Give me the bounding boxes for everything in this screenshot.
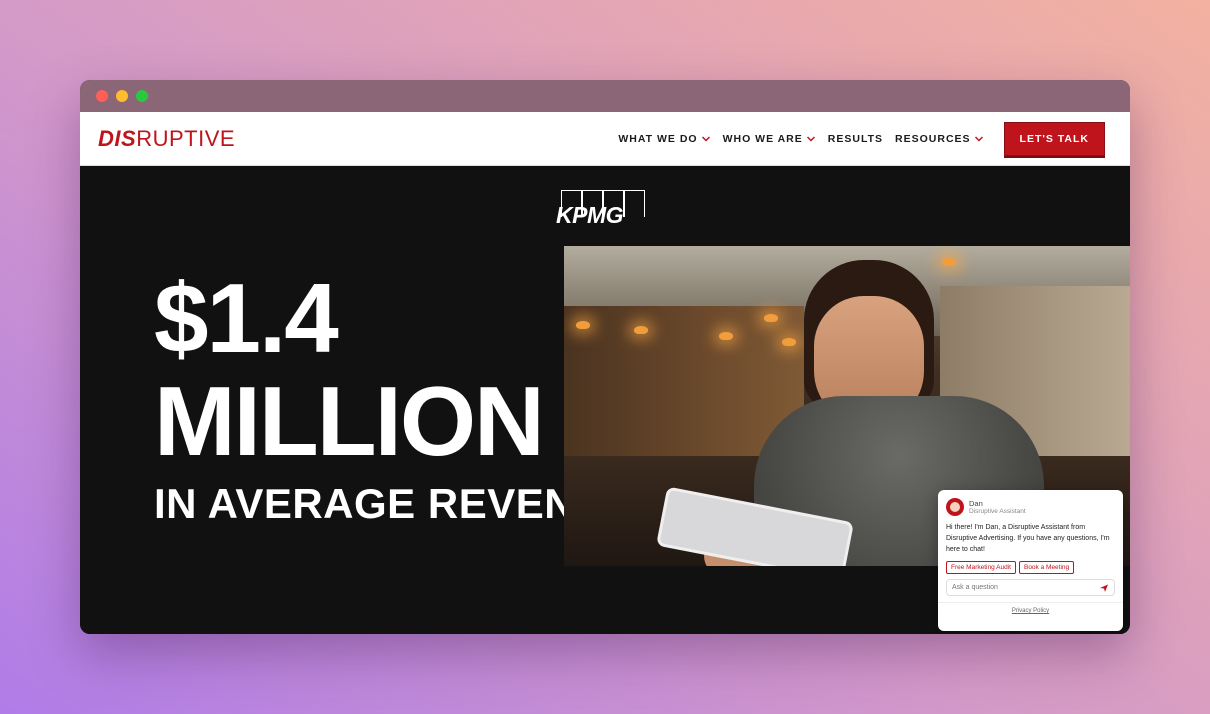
hero-headline: $1.4 MILLION IN AVERAGE REVENUE bbox=[154, 268, 634, 528]
book-meeting-button[interactable]: Book a Meeting bbox=[1018, 561, 1075, 574]
headline-caption: IN AVERAGE REVENUE bbox=[154, 480, 635, 527]
nav-item-results[interactable]: RESULTS bbox=[828, 133, 883, 145]
client-logo-text: KPMG bbox=[556, 202, 624, 228]
chat-message: Hi there! I'm Dan, a Disruptive Assistan… bbox=[946, 524, 1110, 553]
free-marketing-audit-button[interactable]: Free Marketing Audit bbox=[946, 561, 1016, 574]
nav-item-what-we-do[interactable]: WHAT WE DO bbox=[618, 133, 710, 145]
nav-item-label: WHAT WE DO bbox=[618, 132, 698, 145]
privacy-policy-link[interactable]: Privacy Policy bbox=[938, 602, 1123, 614]
hero-section: KPMG $1.4 MILLION IN AVERAGE REVENUE Dan… bbox=[80, 166, 1130, 634]
chevron-down-icon bbox=[806, 135, 815, 142]
nav-item-who-we-are[interactable]: WHO WE ARE bbox=[723, 133, 816, 145]
lets-talk-button[interactable]: LET'S TALK bbox=[1003, 121, 1105, 156]
close-window-button[interactable] bbox=[96, 90, 108, 102]
client-logo: KPMG bbox=[556, 190, 648, 228]
logo-part-thin: RUPTIVE bbox=[136, 125, 236, 151]
logo-part-bold: DIS bbox=[98, 125, 137, 151]
browser-window: DIS RUPTIVE WHAT WE DO WHO WE ARE RESULTS… bbox=[80, 80, 1130, 634]
chat-input[interactable]: Ask a question bbox=[946, 579, 1115, 596]
chat-header: Dan Disruptive Assistant bbox=[938, 490, 1123, 516]
nav-item-label: WHO WE ARE bbox=[722, 132, 803, 145]
chat-input-placeholder: Ask a question bbox=[952, 584, 998, 591]
minimize-window-button[interactable] bbox=[116, 90, 128, 102]
chat-agent-name: Dan bbox=[969, 498, 983, 508]
site-header: DIS RUPTIVE WHAT WE DO WHO WE ARE RESULTS… bbox=[80, 112, 1130, 166]
main-nav: WHAT WE DO WHO WE ARE RESULTS RESOURCES … bbox=[618, 121, 1105, 156]
nav-item-resources[interactable]: RESOURCES bbox=[895, 133, 984, 145]
window-titlebar bbox=[80, 80, 1130, 112]
chat-quick-actions: Free Marketing Audit Book a Meeting bbox=[938, 555, 1123, 574]
send-icon[interactable] bbox=[1099, 583, 1109, 593]
avatar bbox=[946, 498, 964, 516]
chevron-down-icon bbox=[701, 135, 710, 142]
nav-item-label: RESOURCES bbox=[895, 132, 971, 145]
chat-widget: Dan Disruptive Assistant Hi there! I'm D… bbox=[938, 490, 1123, 631]
chevron-down-icon bbox=[974, 135, 983, 142]
headline-amount: $1.4 bbox=[154, 263, 339, 373]
headline-unit: MILLION bbox=[154, 366, 545, 476]
maximize-window-button[interactable] bbox=[136, 90, 148, 102]
nav-item-label: RESULTS bbox=[827, 132, 884, 145]
site-logo[interactable]: DIS RUPTIVE bbox=[98, 126, 235, 152]
chat-agent-role: Disruptive Assistant bbox=[969, 507, 1026, 515]
